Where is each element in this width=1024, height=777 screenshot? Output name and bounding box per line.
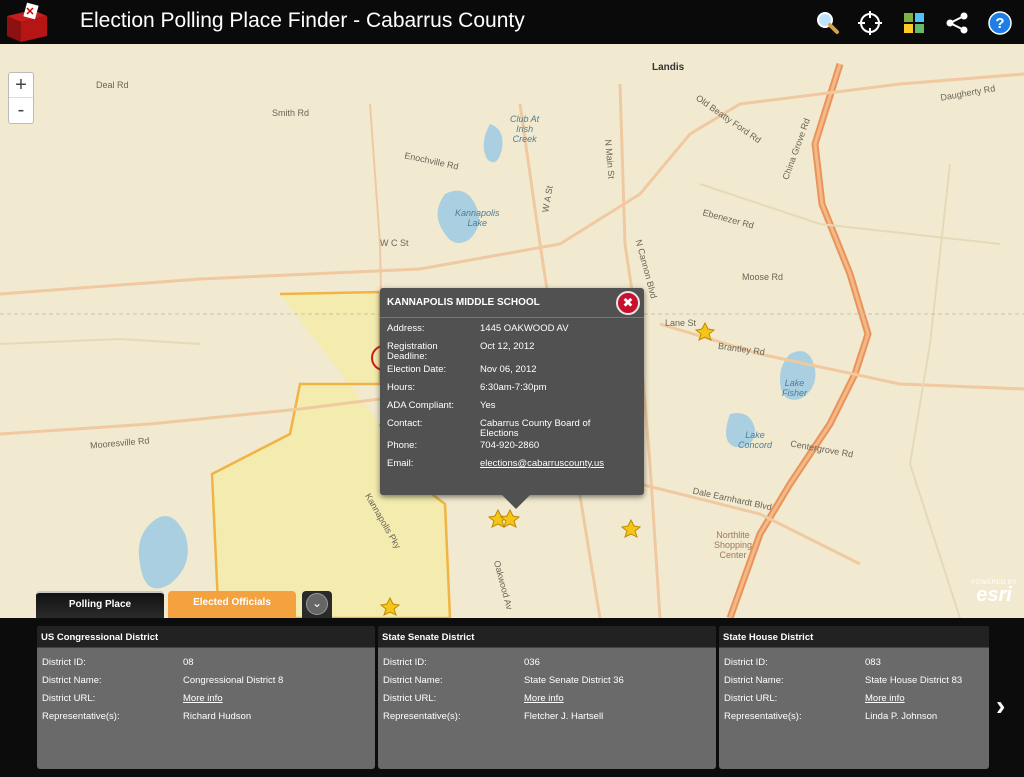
- basemap-icon[interactable]: [901, 10, 927, 36]
- page-title: Election Polling Place Finder - Cabarrus…: [80, 9, 525, 32]
- app-header: Election Polling Place Finder - Cabarrus…: [0, 0, 1024, 44]
- card-title: State Senate District: [378, 626, 716, 648]
- share-icon[interactable]: [944, 10, 970, 36]
- email-link[interactable]: elections@cabarruscounty.us: [480, 459, 640, 469]
- zoom-in-button[interactable]: +: [9, 73, 33, 98]
- card-title: US Congressional District: [37, 626, 375, 648]
- map-label-moose-rd: Moose Rd: [742, 272, 784, 282]
- zoom-out-button[interactable]: -: [9, 98, 33, 123]
- map-label-deal-rd: Deal Rd: [96, 80, 129, 90]
- popup-title: KANNAPOLIS MIDDLE SCHOOL: [380, 288, 644, 318]
- map-label-club: Club At Irish Creek: [510, 114, 540, 144]
- map-label-kannapolis-lake: Kannapolis Lake: [455, 208, 500, 228]
- more-info-link[interactable]: More info: [183, 693, 363, 704]
- map-label-lake-fisher: Lake Fisher: [782, 378, 808, 398]
- card-congressional: US Congressional District District ID: 08…: [37, 626, 375, 769]
- district-panels: US Congressional District District ID: 08…: [0, 618, 1024, 777]
- tab-polling-place[interactable]: Polling Place: [36, 591, 164, 618]
- chevron-right-icon[interactable]: ›: [996, 690, 1005, 722]
- esri-logo: POWERED BY esri: [971, 580, 1017, 606]
- zoom-control: + -: [8, 72, 34, 124]
- card-state-senate: State Senate District District ID: 036 Di…: [378, 626, 716, 769]
- locate-icon[interactable]: [857, 10, 883, 36]
- card-state-house: State House District District ID: 083 Dis…: [719, 626, 989, 769]
- map-label-lane-st: Lane St: [665, 318, 697, 328]
- more-info-link[interactable]: More info: [524, 693, 704, 704]
- search-icon[interactable]: [814, 10, 840, 36]
- ballot-box-icon: [7, 2, 47, 42]
- chevron-down-icon: ⌄: [306, 593, 328, 615]
- panel-toggle-button[interactable]: ⌄: [302, 591, 332, 618]
- map-label-lake-concord: Lake Concord: [738, 430, 773, 450]
- map-label-smith-rd: Smith Rd: [272, 108, 310, 118]
- map-label-landis: Landis: [652, 62, 685, 73]
- svg-text:?: ?: [995, 15, 1004, 32]
- polling-place-popup: KANNAPOLIS MIDDLE SCHOOL ✖ Address: 1445…: [380, 288, 644, 509]
- map-label-northlite: Northlite Shopping Center: [714, 530, 753, 560]
- close-icon[interactable]: ✖: [616, 291, 640, 315]
- map-label-w-c-st: W C St: [380, 238, 409, 248]
- tab-elected-officials[interactable]: Elected Officials: [168, 591, 296, 618]
- help-icon[interactable]: ?: [987, 10, 1013, 36]
- card-title: State House District: [719, 626, 989, 648]
